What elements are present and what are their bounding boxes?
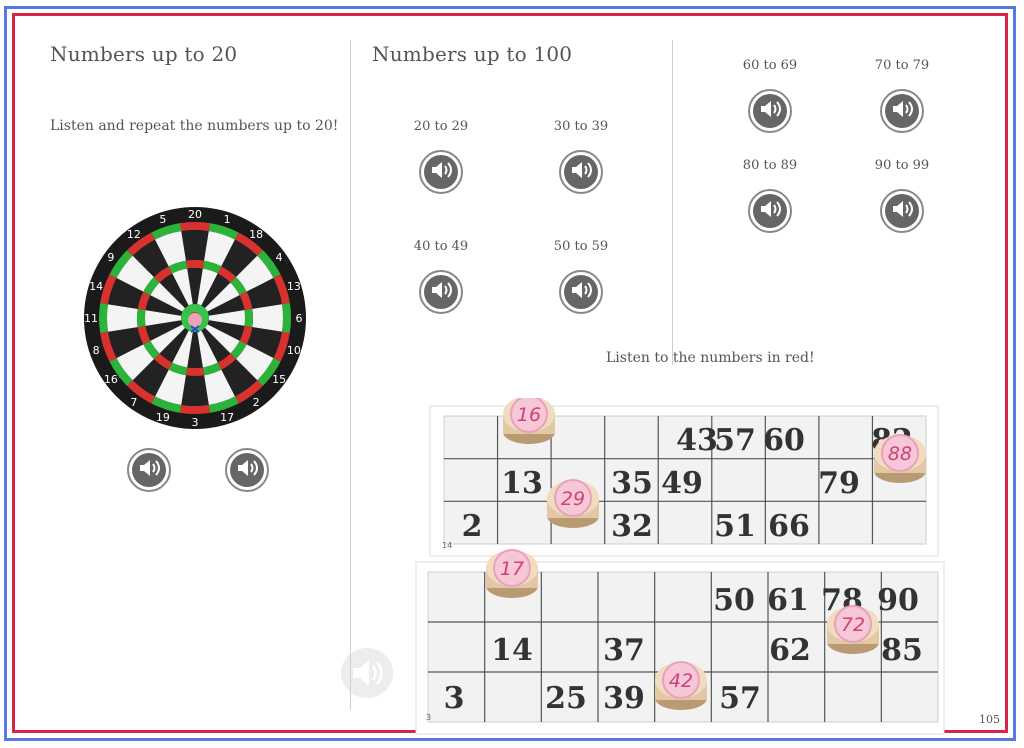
dartboard-number: 4	[276, 251, 283, 264]
left-instruction: Listen and repeat the numbers up to 20!	[50, 118, 339, 134]
speaker-icon	[569, 278, 593, 306]
dartboard-number: 12	[127, 228, 141, 241]
speaker-icon	[137, 456, 161, 484]
range-label-40-49: 40 to 49	[413, 239, 469, 254]
speaker-icon	[235, 456, 259, 484]
card-corner-label: 3	[426, 713, 431, 722]
bingo-number: 2	[462, 509, 483, 544]
bingo-number: 14	[491, 633, 533, 668]
bingo-number: 32	[611, 509, 653, 544]
dartboard-number: 6	[296, 312, 303, 325]
audio-button-left-1[interactable]	[127, 448, 171, 492]
bingo-number: 35	[611, 466, 653, 501]
bingo-number: 61	[767, 583, 809, 618]
dartboard-number: 9	[107, 251, 114, 264]
faded-audio-button[interactable]	[338, 645, 396, 701]
bingo-token: 29	[561, 488, 585, 510]
range-label-20-29: 20 to 29	[413, 119, 469, 134]
speaker-icon	[429, 158, 453, 186]
dartboard-image: 20 1 18 4 13 6 10 15 2 17 3 19 7 16 8 11 14 9 12 5	[84, 207, 306, 429]
bingo-number: 62	[769, 633, 811, 668]
red-numbers-instruction: Listen to the numbers in red!	[606, 350, 815, 366]
bingo-number: 37	[603, 633, 645, 668]
bingo-cards-image: 4357608213354979232516614162988506178901…	[415, 398, 945, 735]
bingo-number: 90	[877, 583, 919, 618]
speaker-icon	[429, 278, 453, 306]
audio-button-20-29[interactable]	[419, 150, 463, 194]
dartboard-number: 15	[272, 373, 286, 386]
dartboard-number: 18	[249, 228, 263, 241]
bingo-token: 72	[841, 614, 865, 636]
column-divider-2	[672, 40, 673, 365]
bingo-number: 50	[713, 583, 755, 618]
bingo-number: 60	[763, 423, 805, 458]
audio-button-left-2[interactable]	[225, 448, 269, 492]
bingo-number: 51	[714, 509, 756, 544]
column-divider-1	[350, 40, 351, 710]
audio-button-80-89[interactable]	[748, 189, 792, 233]
bingo-number: 49	[661, 466, 703, 501]
dartboard-number: 17	[220, 411, 234, 424]
dartboard-number: 3	[192, 416, 199, 429]
speaker-icon	[890, 197, 914, 225]
dartboard-number: 5	[159, 213, 166, 226]
dartboard-number: 20	[188, 208, 202, 221]
bingo-number: 79	[818, 466, 860, 501]
speaker-icon	[890, 97, 914, 125]
bingo-number: 66	[768, 509, 810, 544]
dartboard-number: 8	[93, 344, 100, 357]
audio-button-60-69[interactable]	[748, 89, 792, 133]
speaker-icon	[758, 97, 782, 125]
audio-button-90-99[interactable]	[880, 189, 924, 233]
dartboard-number: 14	[89, 280, 103, 293]
bingo-number: 25	[545, 681, 587, 716]
dartboard-number: 1	[224, 213, 231, 226]
bingo-number: 57	[714, 423, 756, 458]
audio-button-30-39[interactable]	[559, 150, 603, 194]
audio-button-70-79[interactable]	[880, 89, 924, 133]
dartboard-number: 13	[287, 280, 301, 293]
middle-heading: Numbers up to 100	[372, 42, 573, 66]
bingo-token: 42	[669, 670, 693, 692]
speaker-icon	[569, 158, 593, 186]
bingo-token: 17	[500, 558, 524, 580]
bingo-number: 57	[719, 681, 761, 716]
range-label-50-59: 50 to 59	[553, 239, 609, 254]
page-number: 105	[979, 713, 1000, 726]
left-heading: Numbers up to 20	[50, 42, 238, 66]
bingo-number: 85	[881, 633, 923, 668]
dartboard-number: 11	[84, 312, 98, 325]
range-label-90-99: 90 to 99	[874, 158, 930, 173]
dartboard-number: 7	[130, 396, 137, 409]
speaker-icon	[758, 197, 782, 225]
card-corner-label: 14	[442, 541, 452, 550]
bingo-number: 13	[501, 466, 543, 501]
bingo-token: 88	[888, 443, 912, 465]
dartboard-number: 10	[287, 344, 301, 357]
audio-button-40-49[interactable]	[419, 270, 463, 314]
audio-button-50-59[interactable]	[559, 270, 603, 314]
bingo-number: 3	[444, 681, 465, 716]
bingo-number: 39	[603, 681, 645, 716]
bingo-token: 16	[517, 404, 541, 426]
dartboard-number: 2	[253, 396, 260, 409]
dartboard-number: 16	[104, 373, 118, 386]
dartboard-number: 19	[156, 411, 170, 424]
range-label-30-39: 30 to 39	[553, 119, 609, 134]
range-label-60-69: 60 to 69	[742, 58, 798, 73]
bingo-number: 43	[676, 423, 718, 458]
range-label-80-89: 80 to 89	[742, 158, 798, 173]
range-label-70-79: 70 to 79	[874, 58, 930, 73]
